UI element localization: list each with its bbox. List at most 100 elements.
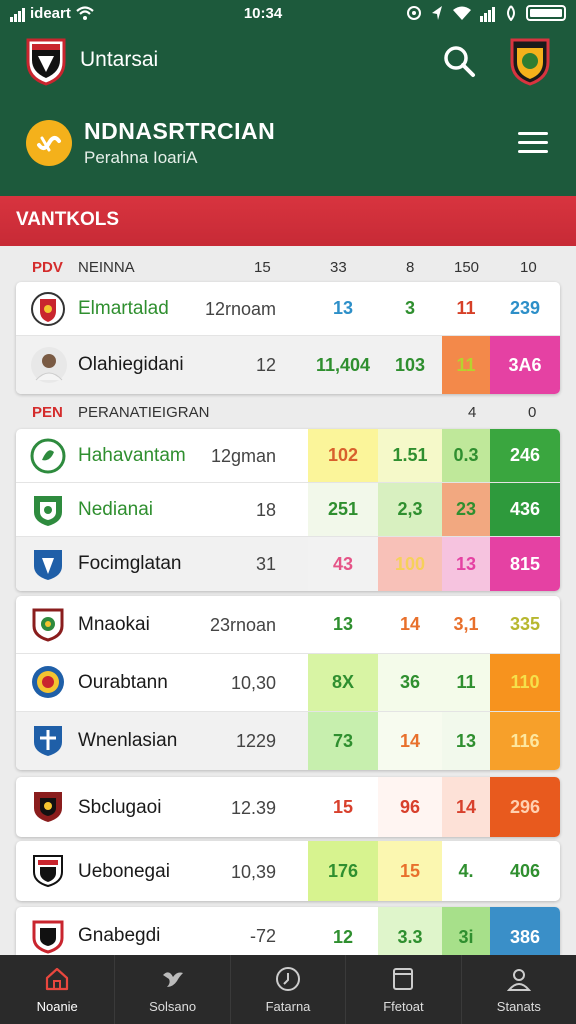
team-name: Wnenlasian bbox=[78, 730, 178, 751]
signal-icon bbox=[10, 5, 26, 22]
table-row[interactable]: Nedianai 18 251 2,3 23 436 bbox=[16, 483, 560, 537]
team-crest-icon bbox=[34, 792, 62, 822]
team-crest-icon bbox=[30, 438, 66, 474]
location-icon bbox=[432, 6, 442, 20]
nav-solsano[interactable]: Solsano bbox=[115, 955, 231, 1024]
stat-cell-3: 11 bbox=[442, 336, 490, 394]
stat-cell-3: 0.3 bbox=[442, 429, 490, 482]
data-icon bbox=[507, 5, 515, 21]
nav-fatarna[interactable]: Fatarna bbox=[231, 955, 347, 1024]
user-icon bbox=[506, 969, 531, 991]
stat-cell-3: 3,1 bbox=[442, 596, 490, 653]
brand-name: NDNASRTRCIAN bbox=[84, 118, 276, 144]
nav-label: Ffetoat bbox=[383, 999, 424, 1014]
stat-cell-1: 251 bbox=[308, 483, 378, 536]
table-row[interactable]: Elmartalad 12rnoam 13 3 11 239 bbox=[16, 282, 560, 336]
carrier-label: ideart bbox=[30, 4, 71, 22]
stat-cell-4: 296 bbox=[490, 777, 560, 837]
app-header: Untarsai NDNASRTRCIAN Perahna IoariA bbox=[0, 26, 576, 196]
team-name: Gnabegdi bbox=[78, 925, 161, 946]
column-4-header: 150 bbox=[454, 259, 480, 276]
stat-cell-2: 100 bbox=[378, 537, 442, 591]
brand-logo-icon bbox=[37, 136, 61, 152]
hamburger-menu-icon[interactable] bbox=[518, 132, 548, 154]
team-name: Focimglatan bbox=[78, 553, 182, 574]
stat-cell-1: 102 bbox=[308, 429, 378, 482]
standings-group: Sbclugaoi 12.39 15 96 14 296 bbox=[16, 777, 560, 837]
team-name: Elmartalad bbox=[78, 298, 169, 319]
nav-stanats[interactable]: Stanats bbox=[462, 955, 576, 1024]
brand-subtitle: Perahna IoariA bbox=[84, 148, 198, 167]
table-row[interactable]: Focimglatan 31 43 100 13 815 bbox=[16, 537, 560, 591]
table-row[interactable]: Sbclugaoi 12.39 15 96 14 296 bbox=[16, 777, 560, 837]
stat-cell-3: 4. bbox=[442, 841, 490, 901]
column-header: PEN PERANATIEIGRAN 4 0 bbox=[16, 399, 560, 427]
stat-cell-4: 815 bbox=[490, 537, 560, 591]
stat-cell-2: 15 bbox=[378, 841, 442, 901]
table-row[interactable]: Uebonegai 10,39 176 15 4. 406 bbox=[16, 841, 560, 901]
stat-cell-4: 110 bbox=[490, 654, 560, 711]
stat-cell-1: 8X bbox=[308, 654, 378, 711]
stat-cell-4: 436 bbox=[490, 483, 560, 536]
team-name: Uebonegai bbox=[78, 861, 170, 882]
stat-cell-3: 11 bbox=[442, 654, 490, 711]
table-row[interactable]: Ourabtann 10,30 8X 36 11 110 bbox=[16, 654, 560, 712]
status-bar: ideart 10:34 bbox=[0, 0, 576, 26]
bottom-navigation: Noanie Solsano Fatarna Ffetoat Stanats bbox=[0, 955, 576, 1024]
stat-cell-2: 36 bbox=[378, 654, 442, 711]
stat-cell-4: 406 bbox=[490, 841, 560, 901]
table-row[interactable]: Mnaokai 23rnoan 13 14 3,1 335 bbox=[16, 596, 560, 654]
stat-cell-4: 239 bbox=[490, 282, 560, 335]
stat-cell-4: 3A6 bbox=[490, 336, 560, 394]
team-name: Sbclugaoi bbox=[78, 797, 162, 818]
team-name: Hahavantam bbox=[78, 445, 186, 466]
stat-cell-1: 73 bbox=[308, 712, 378, 770]
club-crest-icon[interactable] bbox=[24, 36, 68, 86]
column-3-header: 8 bbox=[406, 259, 415, 276]
team-crest-icon bbox=[32, 608, 64, 642]
header-title: Untarsai bbox=[80, 48, 159, 71]
table-row[interactable]: Olahiegidani 12 11,404 103 11 3A6 bbox=[16, 336, 560, 394]
column-4-header: 4 bbox=[468, 404, 477, 421]
stat-cell-3: 13 bbox=[442, 537, 490, 591]
nav-ffetoat[interactable]: Ffetoat bbox=[346, 955, 462, 1024]
table-row[interactable]: Gnabegdi -72 12 3.3 3i 386 bbox=[16, 907, 560, 955]
column-5-header: 0 bbox=[528, 404, 537, 421]
section-title: VANTKOLS bbox=[0, 196, 576, 246]
opponent-crest-icon[interactable] bbox=[508, 36, 552, 86]
team-meta: 1229 bbox=[235, 731, 276, 751]
bird-icon bbox=[162, 972, 183, 987]
nav-home[interactable]: Noanie bbox=[0, 955, 116, 1024]
standings-group: Mnaokai 23rnoan 13 14 3,1 335 Ourabtann … bbox=[16, 596, 560, 770]
standings-group: Elmartalad 12rnoam 13 3 11 239 Olahiegid… bbox=[16, 282, 560, 394]
alarm-icon bbox=[407, 6, 421, 20]
battery-icon bbox=[526, 5, 566, 21]
table-row[interactable]: Wnenlasian 1229 73 14 13 116 bbox=[16, 712, 560, 770]
table-row[interactable]: Hahavantam 12gman 102 1.51 0.3 246 bbox=[16, 429, 560, 483]
team-name: Mnaokai bbox=[78, 614, 150, 635]
team-crest-icon bbox=[32, 666, 64, 698]
stat-cell-4: 335 bbox=[490, 596, 560, 653]
team-name: Olahiegidani bbox=[78, 354, 184, 375]
team-meta: 12 bbox=[255, 355, 276, 375]
column-header: PDV NEINNA 15 33 8 150 10 bbox=[16, 254, 560, 282]
stat-cell-2: 1.51 bbox=[378, 429, 442, 482]
stat-cell-2: 96 bbox=[378, 777, 442, 837]
team-crest-icon bbox=[32, 920, 64, 954]
stat-cell-1: 11,404 bbox=[308, 336, 378, 394]
stat-cell-3: 3i bbox=[442, 907, 490, 955]
team-meta: 10,30 bbox=[230, 673, 276, 693]
column-label: PERANATIEIGRAN bbox=[78, 404, 210, 421]
team-meta: 23rnoan bbox=[209, 615, 276, 635]
search-icon[interactable] bbox=[442, 44, 476, 78]
standings-group: Hahavantam 12gman 102 1.51 0.3 246 Nedia… bbox=[16, 429, 560, 591]
stat-cell-1: 12 bbox=[308, 907, 378, 955]
team-crest-icon bbox=[34, 496, 62, 526]
clock-time: 10:34 bbox=[243, 4, 283, 22]
stat-cell-1: 15 bbox=[308, 777, 378, 837]
column-2-header: 33 bbox=[330, 259, 347, 276]
stat-cell-1: 13 bbox=[308, 596, 378, 653]
team-name: Nedianai bbox=[78, 499, 153, 520]
team-meta: 31 bbox=[255, 554, 276, 574]
nav-label: Solsano bbox=[149, 999, 197, 1014]
